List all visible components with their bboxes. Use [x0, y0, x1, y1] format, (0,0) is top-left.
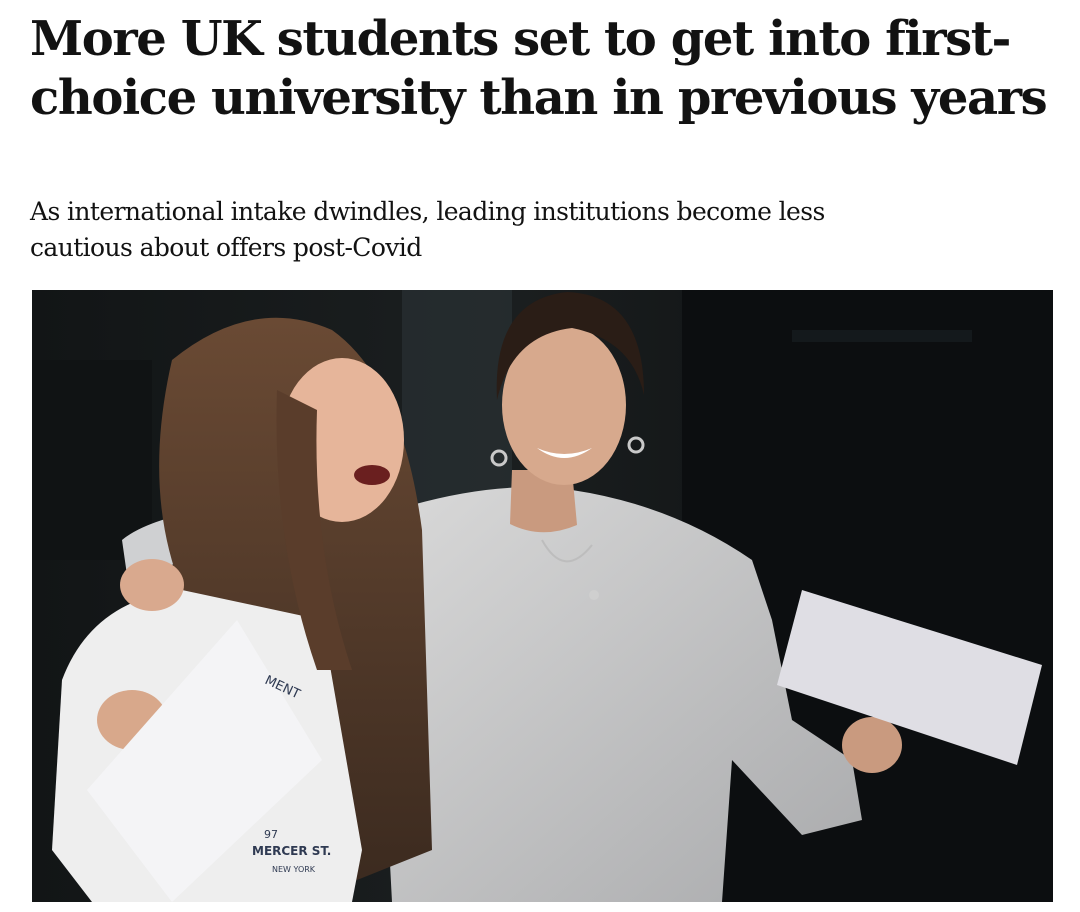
article-page: More UK students set to get into first-c…	[0, 0, 1080, 912]
lead-photo: MENT 97 MERCER ST. NEW YORK	[32, 290, 1053, 902]
article-standfirst: As international intake dwindles, leadin…	[30, 197, 825, 262]
shirt-print-street: MERCER ST.	[252, 844, 331, 858]
shirt-print-number: 97	[264, 828, 278, 841]
shirt-print-city: NEW YORK	[272, 865, 316, 874]
article-headline: More UK students set to get into first-c…	[30, 11, 1048, 126]
